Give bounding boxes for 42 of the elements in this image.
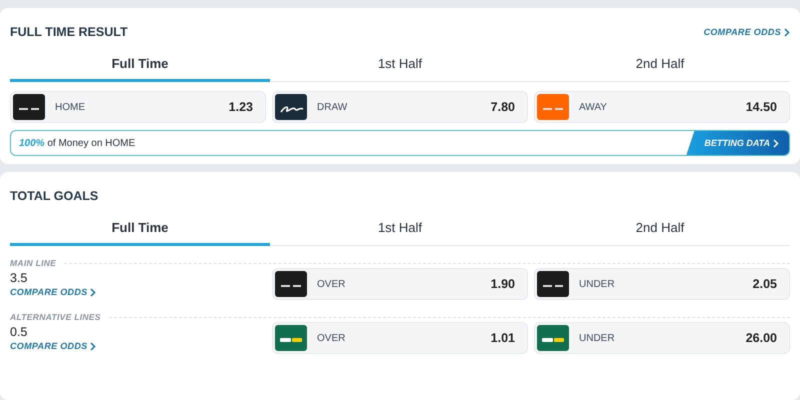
outcome-label: DRAW <box>317 102 348 112</box>
odds-button[interactable]: UNDER 26.00 <box>534 322 790 354</box>
odds-value: 14.50 <box>746 100 777 114</box>
compare-odds-link[interactable]: COMPARE ODDS <box>704 27 790 37</box>
period-tab[interactable]: 2nd Half <box>530 50 790 82</box>
goal-line: 0.5 <box>10 325 28 339</box>
outcome-label: UNDER <box>579 332 616 344</box>
card-title: FULL TIME RESULT <box>10 25 128 39</box>
card-title: TOTAL GOALS <box>10 189 98 203</box>
goal-line: 3.5 <box>10 271 28 285</box>
odds-value: 1.01 <box>490 331 515 345</box>
odds-value: 1.23 <box>228 100 253 114</box>
odds-button[interactable]: UNDER 2.05 <box>534 268 790 300</box>
odds-value: 7.80 <box>490 100 515 114</box>
period-tab[interactable]: 1st Half <box>270 214 530 246</box>
outcome-label: AWAY <box>579 102 608 112</box>
odds-value: 26.00 <box>746 331 777 345</box>
compare-odds-link[interactable]: COMPARE ODDS <box>10 287 96 297</box>
period-tab[interactable]: 2nd Half <box>530 214 790 246</box>
odds-button[interactable]: OVER 1.90 <box>272 268 528 300</box>
outcome-label: OVER <box>317 278 346 290</box>
chevron-icon <box>784 28 790 36</box>
odds-button[interactable]: HOME 1.23 <box>10 91 266 123</box>
section-heading: MAIN LINE <box>10 258 56 268</box>
betting-data-button[interactable]: BETTING DATA <box>686 131 789 155</box>
outcome-label: HOME <box>55 102 86 112</box>
section-heading: ALTERNATIVE LINES <box>10 312 101 322</box>
period-tab[interactable]: Full Time <box>10 214 270 246</box>
outcome-label: UNDER <box>579 278 616 290</box>
money-text: 100% of Money on HOME <box>18 138 136 148</box>
odds-value: 2.05 <box>752 277 777 291</box>
chevron-icon <box>773 138 779 148</box>
compare-odds-link[interactable]: COMPARE ODDS <box>10 341 96 351</box>
outcome-label: OVER <box>317 332 346 344</box>
odds-value: 1.90 <box>490 277 515 291</box>
odds-button[interactable]: OVER 1.01 <box>272 322 528 354</box>
odds-button[interactable]: DRAW 7.80 <box>272 91 528 123</box>
chevron-icon <box>90 288 96 296</box>
odds-button[interactable]: AWAY 14.50 <box>534 91 790 123</box>
period-tab[interactable]: 1st Half <box>270 50 530 82</box>
chevron-icon <box>90 342 96 350</box>
period-tab[interactable]: Full Time <box>10 50 270 82</box>
